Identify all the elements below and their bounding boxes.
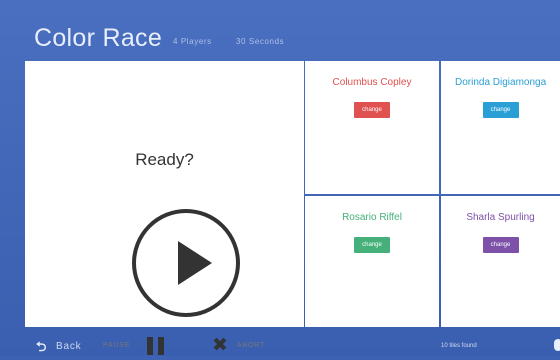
ready-prompt: Ready? — [135, 150, 194, 169]
back-arrow-icon: ⮌ — [36, 339, 47, 354]
player-name: Rosario Riffel — [342, 212, 402, 223]
change-color-button[interactable]: change — [354, 102, 390, 118]
player-tile: Rosario Riffel change — [305, 196, 439, 327]
player-tile: Dorinda Digiamonga change — [441, 61, 560, 194]
header: Color Race 4 Players 30 Seconds — [0, 0, 560, 62]
play-button[interactable] — [132, 209, 240, 317]
change-color-button[interactable]: change — [482, 237, 519, 253]
change-color-button[interactable]: change — [482, 102, 519, 118]
tiles-found-status: 10 tiles found — [441, 343, 477, 349]
player-tile: Sharla Spurling change — [441, 196, 560, 327]
player-count: 4 Players — [173, 37, 212, 46]
play-icon — [178, 241, 212, 285]
app-root: Color Race 4 Players 30 Seconds Ready? P… — [0, 0, 560, 356]
control-panel: Ready? PAUSE ✖ ABORT — [25, 61, 304, 356]
time-limit: 30 Seconds — [236, 37, 285, 46]
player-tile: Columbus Copley change — [305, 61, 439, 194]
change-color-button[interactable]: change — [354, 237, 390, 253]
back-label: Back — [56, 341, 82, 352]
player-name: Sharla Spurling — [466, 212, 535, 223]
page-title: Color Race — [34, 24, 163, 52]
footer: ⮌ Back 10 tiles found — [0, 333, 560, 356]
player-name: Columbus Copley — [332, 77, 412, 88]
player-name: Dorinda Digiamonga — [455, 77, 547, 88]
corner-indicator — [554, 339, 560, 351]
